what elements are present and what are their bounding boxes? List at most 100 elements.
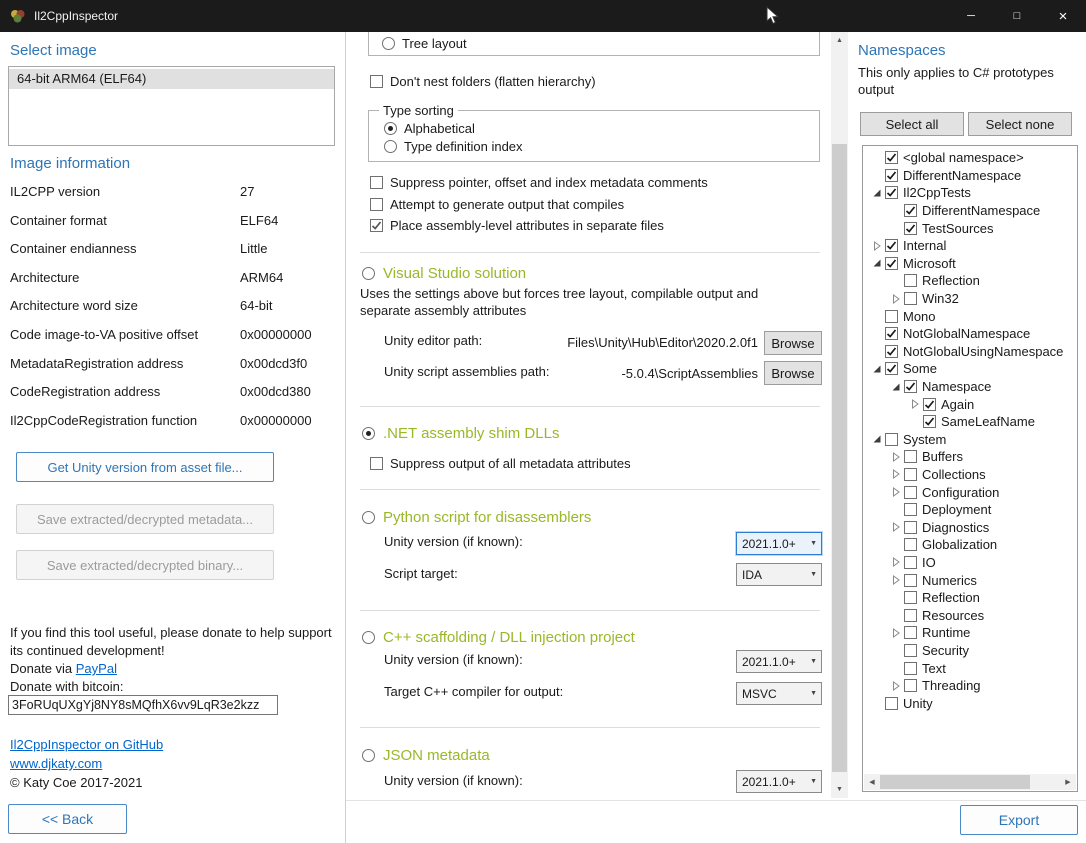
select-none-button[interactable]: Select none: [968, 112, 1072, 136]
namespace-checkbox[interactable]: [885, 169, 898, 182]
namespace-checkbox[interactable]: [904, 503, 917, 516]
tree-item[interactable]: Threading: [863, 677, 1077, 695]
tree-item[interactable]: NotGlobalUsingNamespace: [863, 343, 1077, 361]
scrollbar-thumb[interactable]: [880, 775, 1030, 789]
namespace-checkbox[interactable]: [904, 222, 917, 235]
collapse-arrow-icon[interactable]: [869, 188, 885, 198]
tree-item[interactable]: Reflection: [863, 272, 1077, 290]
tree-item[interactable]: Diagnostics: [863, 518, 1077, 536]
namespace-checkbox[interactable]: [904, 662, 917, 675]
tree-item[interactable]: Win32: [863, 290, 1077, 308]
tree-item[interactable]: Deployment: [863, 501, 1077, 519]
namespace-checkbox[interactable]: [885, 433, 898, 446]
namespace-checkbox[interactable]: [904, 609, 917, 622]
namespace-checkbox[interactable]: [904, 450, 917, 463]
tree-item[interactable]: IO: [863, 554, 1077, 572]
namespace-checkbox[interactable]: [904, 626, 917, 639]
namespace-checkbox[interactable]: [904, 644, 917, 657]
namespace-checkbox[interactable]: [904, 591, 917, 604]
expand-arrow-icon[interactable]: [888, 522, 904, 532]
namespace-checkbox[interactable]: [904, 486, 917, 499]
tree-item[interactable]: Security: [863, 642, 1077, 660]
window-controls: ─ □ ×: [948, 0, 1086, 32]
tree-item[interactable]: Il2CppTests: [863, 184, 1077, 202]
collapse-arrow-icon[interactable]: [869, 364, 885, 374]
tree-item[interactable]: Namespace: [863, 378, 1077, 396]
namespace-label: Resources: [922, 608, 984, 623]
expand-arrow-icon[interactable]: [888, 575, 904, 585]
tree-item[interactable]: System: [863, 431, 1077, 449]
tree-item[interactable]: Some: [863, 360, 1077, 378]
tree-item[interactable]: Again: [863, 395, 1077, 413]
namespace-label: NotGlobalUsingNamespace: [903, 344, 1063, 359]
namespace-checkbox[interactable]: [885, 186, 898, 199]
expand-arrow-icon[interactable]: [888, 487, 904, 497]
tree-item[interactable]: Unity: [863, 694, 1077, 712]
collapse-arrow-icon[interactable]: [869, 258, 885, 268]
scroll-right-arrow[interactable]: ▶: [1060, 774, 1076, 790]
expand-arrow-icon[interactable]: [888, 469, 904, 479]
tree-item[interactable]: Buffers: [863, 448, 1077, 466]
expand-arrow-icon[interactable]: [869, 241, 885, 251]
collapse-arrow-icon[interactable]: [888, 382, 904, 392]
tree-item[interactable]: Mono: [863, 307, 1077, 325]
tree-item[interactable]: TestSources: [863, 219, 1077, 237]
namespace-checkbox[interactable]: [904, 468, 917, 481]
select-all-button[interactable]: Select all: [860, 112, 964, 136]
namespace-checkbox[interactable]: [885, 310, 898, 323]
tree-item[interactable]: Collections: [863, 466, 1077, 484]
namespaces-note: This only applies to C# prototypes outpu…: [858, 64, 1080, 98]
expand-arrow-icon[interactable]: [907, 399, 923, 409]
tree-item[interactable]: SameLeafName: [863, 413, 1077, 431]
namespace-checkbox[interactable]: [904, 204, 917, 217]
export-button[interactable]: Export: [960, 805, 1078, 835]
namespace-checkbox[interactable]: [904, 292, 917, 305]
scroll-left-arrow[interactable]: ◀: [864, 774, 880, 790]
tree-item[interactable]: <global namespace>: [863, 149, 1077, 167]
namespace-checkbox[interactable]: [885, 697, 898, 710]
tree-item[interactable]: DifferentNamespace: [863, 167, 1077, 185]
tree-item[interactable]: Configuration: [863, 483, 1077, 501]
namespace-checkbox[interactable]: [904, 556, 917, 569]
namespace-checkbox[interactable]: [904, 380, 917, 393]
namespace-checkbox[interactable]: [904, 521, 917, 534]
tree-item[interactable]: Resources: [863, 606, 1077, 624]
namespace-tree[interactable]: <global namespace>DifferentNamespaceIl2C…: [862, 145, 1078, 792]
expand-arrow-icon[interactable]: [888, 294, 904, 304]
expand-arrow-icon[interactable]: [888, 681, 904, 691]
maximize-button[interactable]: □: [994, 0, 1040, 32]
namespace-checkbox[interactable]: [904, 538, 917, 551]
expand-arrow-icon[interactable]: [888, 628, 904, 638]
tree-item[interactable]: NotGlobalNamespace: [863, 325, 1077, 343]
tree-item[interactable]: Numerics: [863, 571, 1077, 589]
namespace-checkbox[interactable]: [923, 398, 936, 411]
tree-item[interactable]: Microsoft: [863, 255, 1077, 273]
namespace-checkbox[interactable]: [885, 151, 898, 164]
namespace-checkbox[interactable]: [885, 362, 898, 375]
namespace-checkbox[interactable]: [885, 257, 898, 270]
namespace-checkbox[interactable]: [904, 679, 917, 692]
close-button[interactable]: ×: [1040, 0, 1086, 32]
namespace-checkbox[interactable]: [885, 345, 898, 358]
namespace-label: NotGlobalNamespace: [903, 326, 1030, 341]
namespace-checkbox[interactable]: [904, 274, 917, 287]
minimize-button[interactable]: ─: [948, 0, 994, 32]
tree-horizontal-scrollbar[interactable]: ◀ ▶: [864, 774, 1076, 790]
namespace-label: Security: [922, 643, 969, 658]
namespace-checkbox[interactable]: [885, 239, 898, 252]
namespace-checkbox[interactable]: [885, 327, 898, 340]
tree-item[interactable]: Text: [863, 659, 1077, 677]
namespace-label: Microsoft: [903, 256, 956, 271]
collapse-arrow-icon[interactable]: [869, 434, 885, 444]
namespace-label: Again: [941, 397, 974, 412]
tree-item[interactable]: Internal: [863, 237, 1077, 255]
namespace-checkbox[interactable]: [923, 415, 936, 428]
tree-item[interactable]: DifferentNamespace: [863, 202, 1077, 220]
expand-arrow-icon[interactable]: [888, 452, 904, 462]
tree-item[interactable]: Globalization: [863, 536, 1077, 554]
namespace-label: Reflection: [922, 273, 980, 288]
expand-arrow-icon[interactable]: [888, 557, 904, 567]
tree-item[interactable]: Reflection: [863, 589, 1077, 607]
tree-item[interactable]: Runtime: [863, 624, 1077, 642]
namespace-checkbox[interactable]: [904, 574, 917, 587]
